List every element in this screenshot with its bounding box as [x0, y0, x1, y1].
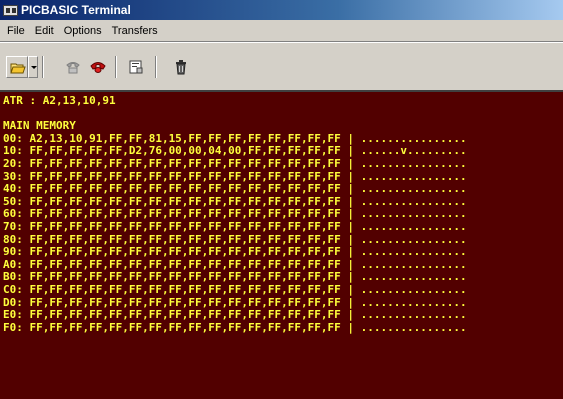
terminal-line: C0: FF,FF,FF,FF,FF,FF,FF,FF,FF,FF,FF,FF,…	[3, 282, 467, 296]
terminal-line: ATR : A2,13,10,91	[3, 94, 116, 107]
connect-button[interactable]	[62, 56, 84, 78]
window-title: PICBASIC Terminal	[21, 3, 131, 17]
properties-button[interactable]	[125, 56, 147, 78]
terminal-output[interactable]: ATR : A2,13,10,91 MAIN MEMORY 00: A2,13,1…	[0, 90, 563, 399]
menu-bar: File Edit Options Transfers	[0, 20, 563, 42]
menu-edit[interactable]: Edit	[30, 22, 59, 40]
app-icon	[3, 4, 18, 16]
terminal-text: ATR : A2,13,10,91 MAIN MEMORY 00: A2,13,1…	[0, 92, 563, 334]
phone-icon	[66, 62, 80, 74]
delete-button[interactable]	[170, 56, 192, 78]
toolbar	[0, 42, 563, 90]
terminal-line: 70: FF,FF,FF,FF,FF,FF,FF,FF,FF,FF,FF,FF,…	[3, 219, 467, 233]
hangup-icon	[90, 62, 106, 73]
terminal-window: PICBASIC Terminal File Edit Options Tran…	[0, 0, 563, 399]
menu-options[interactable]: Options	[59, 22, 107, 40]
toolbar-separator	[115, 56, 117, 78]
trash-icon	[176, 60, 186, 75]
folder-icon	[10, 63, 26, 74]
terminal-line: MAIN MEMORY	[3, 119, 76, 133]
properties-icon	[129, 60, 143, 74]
terminal-line: 90: FF,FF,FF,FF,FF,FF,FF,FF,FF,FF,FF,FF,…	[3, 245, 467, 259]
toolbar-separator	[155, 56, 157, 78]
terminal-line: F0: FF,FF,FF,FF,FF,FF,FF,FF,FF,FF,FF,FF,…	[3, 320, 467, 334]
open-dropdown-button[interactable]	[28, 56, 38, 78]
terminal-line: E0: FF,FF,FF,FF,FF,FF,FF,FF,FF,FF,FF,FF,…	[3, 308, 467, 322]
terminal-line: 20: FF,FF,FF,FF,FF,FF,FF,FF,FF,FF,FF,FF,…	[3, 156, 467, 170]
menu-transfers[interactable]: Transfers	[107, 22, 163, 40]
terminal-line: 40: FF,FF,FF,FF,FF,FF,FF,FF,FF,FF,FF,FF,…	[3, 182, 467, 196]
menu-file[interactable]: File	[2, 22, 30, 40]
title-bar[interactable]: PICBASIC Terminal	[0, 0, 563, 20]
open-folder-button[interactable]	[6, 56, 28, 78]
disconnect-button[interactable]	[87, 56, 109, 78]
toolbar-separator	[42, 56, 44, 78]
